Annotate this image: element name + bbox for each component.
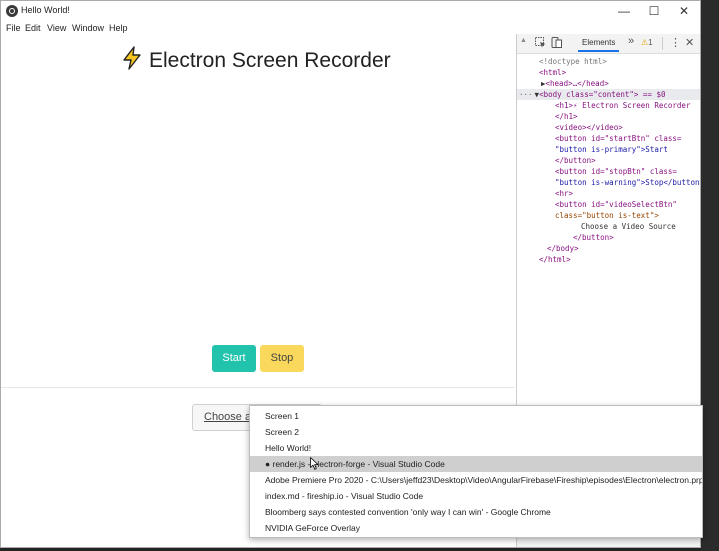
dom-node[interactable]: <html> bbox=[539, 67, 566, 78]
dom-node[interactable]: <h1>⚡ Electron Screen Recorder bbox=[555, 100, 690, 111]
warning-count: 1 bbox=[648, 38, 653, 47]
minimize-button[interactable]: — bbox=[609, 2, 639, 20]
lightning-bolt-icon bbox=[123, 46, 141, 70]
more-tabs-button[interactable]: » bbox=[628, 35, 634, 47]
maximize-button[interactable]: ☐ bbox=[639, 2, 669, 20]
dom-node[interactable]: </button> bbox=[573, 232, 614, 243]
menu-file[interactable]: File bbox=[6, 23, 21, 33]
tab-elements[interactable]: Elements bbox=[578, 36, 620, 52]
inspect-element-icon[interactable] bbox=[535, 37, 546, 48]
dom-node[interactable]: <button id="startBtn" class= bbox=[555, 133, 681, 144]
devtools-bottom-bar bbox=[517, 537, 700, 547]
window-title: Hello World! bbox=[21, 5, 70, 15]
devtools-close-icon[interactable]: ✕ bbox=[685, 36, 694, 49]
dom-node[interactable]: class="button is-text"> bbox=[555, 210, 659, 221]
menu-option[interactable]: Screen 2 bbox=[250, 424, 702, 440]
menu-help[interactable]: Help bbox=[109, 23, 128, 33]
ellipsis-icon: ··· bbox=[519, 90, 533, 99]
background-desktop-edge bbox=[701, 0, 719, 551]
start-button[interactable]: Start bbox=[212, 345, 256, 372]
dom-node[interactable]: ▶<head>…</head> bbox=[541, 78, 609, 89]
page-title-text: Electron Screen Recorder bbox=[149, 49, 391, 72]
divider bbox=[1, 387, 514, 388]
stop-button[interactable]: Stop bbox=[260, 345, 304, 372]
dom-node[interactable]: <video></video> bbox=[555, 122, 623, 133]
dom-node[interactable]: <button id="videoSelectBtn" bbox=[555, 199, 677, 210]
video-source-menu: Screen 1 Screen 2 Hello World! ● render.… bbox=[249, 405, 703, 538]
dom-node[interactable]: </body> bbox=[547, 243, 579, 254]
device-toolbar-icon[interactable] bbox=[551, 37, 562, 48]
page-title: Electron Screen Recorder bbox=[121, 46, 391, 73]
scroll-up-arrow-icon[interactable]: ▲ bbox=[520, 37, 527, 44]
warnings-badge[interactable]: ⚠1 bbox=[641, 38, 653, 47]
dom-node[interactable]: "button is-warning">Stop</button> bbox=[555, 177, 700, 188]
menu-option[interactable]: index.md - fireship.io - Visual Studio C… bbox=[250, 488, 702, 504]
devtools-menu-icon[interactable]: ⋮ bbox=[670, 36, 681, 49]
dom-node[interactable]: "button is-primary">Start bbox=[555, 144, 668, 155]
dom-node[interactable]: </button> bbox=[555, 155, 596, 166]
dom-node[interactable]: <button id="stopBtn" class= bbox=[555, 166, 677, 177]
toolbar-divider bbox=[662, 37, 663, 50]
close-button[interactable]: ✕ bbox=[669, 2, 699, 20]
dom-node[interactable]: <hr> bbox=[555, 188, 573, 199]
menu-view[interactable]: View bbox=[47, 23, 66, 33]
menu-window[interactable]: Window bbox=[72, 23, 104, 33]
dom-node-text: <body class="content"> == $0 bbox=[539, 90, 666, 99]
menu-option[interactable]: Adobe Premiere Pro 2020 - C:\Users\jeffd… bbox=[250, 472, 702, 488]
dom-node-selected[interactable]: ··· ▼<body class="content"> == $0 bbox=[517, 89, 700, 100]
title-bar[interactable]: Hello World! — ☐ ✕ bbox=[1, 1, 700, 21]
menu-edit[interactable]: Edit bbox=[25, 23, 41, 33]
menu-option[interactable]: NVIDIA GeForce Overlay bbox=[250, 520, 702, 536]
dom-node[interactable]: </html> bbox=[539, 254, 571, 265]
menu-option[interactable]: Bloomberg says contested convention 'onl… bbox=[250, 504, 702, 520]
dom-node[interactable]: <!doctype html> bbox=[539, 56, 607, 67]
electron-app-icon bbox=[6, 5, 18, 17]
menu-option[interactable]: Screen 1 bbox=[250, 408, 702, 424]
devtools-toolbar: ▲ Elements » ⚠1 ⋮ ✕ bbox=[517, 34, 700, 54]
menu-option[interactable]: Hello World! bbox=[250, 440, 702, 456]
mouse-cursor-icon bbox=[310, 457, 319, 470]
dom-node[interactable]: Choose a Video Source bbox=[581, 221, 676, 232]
dom-node[interactable]: </h1> bbox=[555, 111, 578, 122]
dom-node-text: <head>…</head> bbox=[545, 79, 609, 88]
